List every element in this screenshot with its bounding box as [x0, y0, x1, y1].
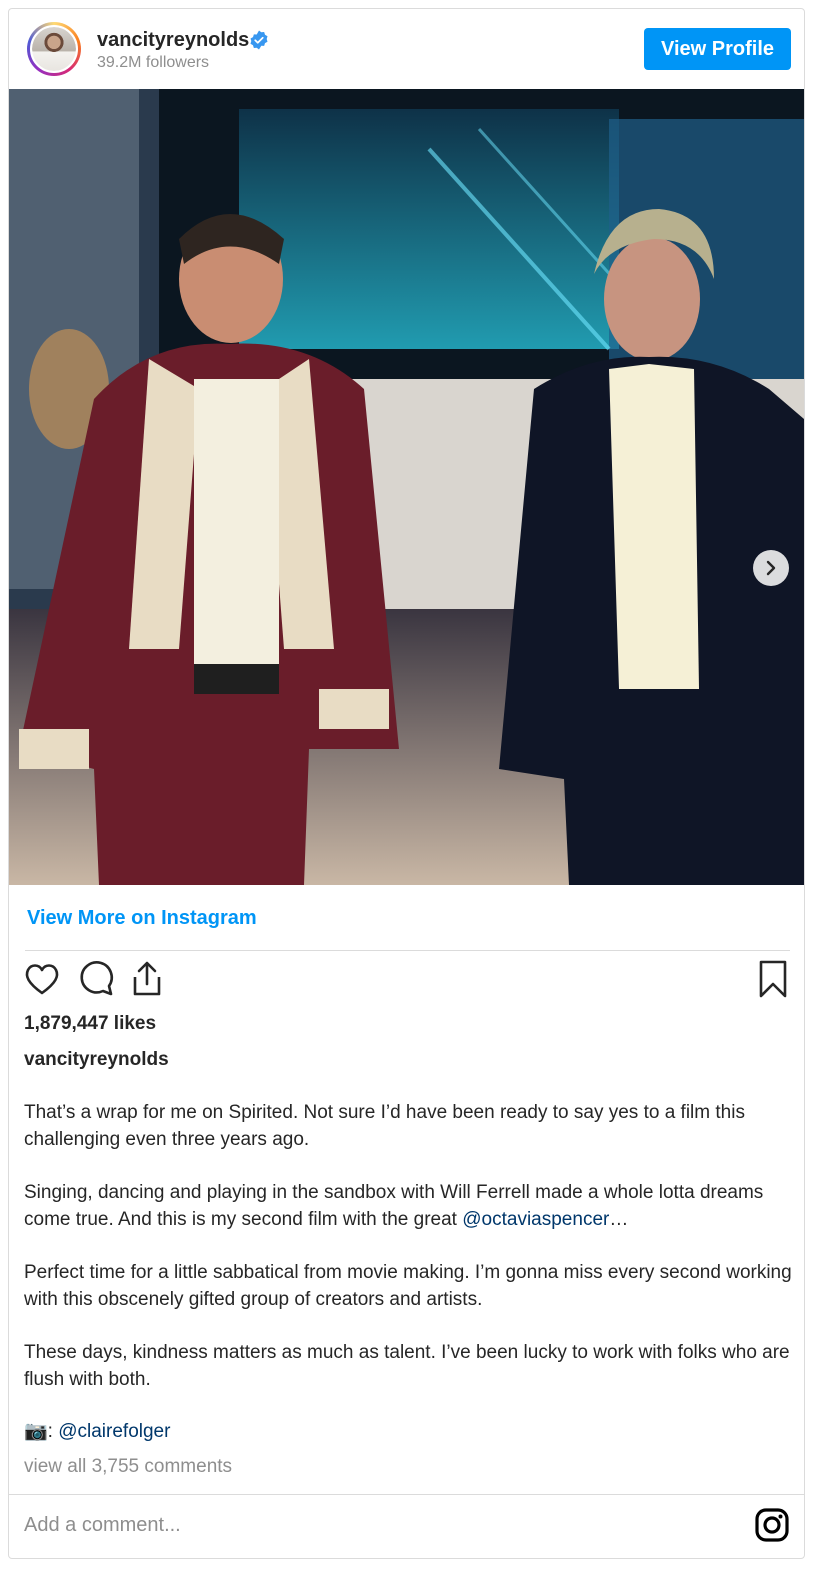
post-photo[interactable]: [9, 89, 804, 885]
post-header: vancityreynolds 39.2M followers View Pro…: [9, 9, 804, 89]
heart-icon[interactable]: [22, 959, 62, 999]
view-profile-button[interactable]: View Profile: [644, 28, 791, 70]
bookmark-icon[interactable]: [753, 959, 793, 999]
divider: [25, 950, 790, 951]
caption-paragraph-1: That’s a wrap for me on Spirited. Not su…: [24, 1102, 745, 1150]
instagram-logo-icon[interactable]: [754, 1507, 790, 1543]
instagram-embed-card: vancityreynolds 39.2M followers View Pro…: [8, 8, 805, 1559]
caption-text: Singing, dancing and playing in the sand…: [24, 1182, 764, 1230]
profile-username[interactable]: vancityreynolds: [97, 29, 249, 52]
camera-icon: 📷: [24, 1421, 48, 1442]
mention-link[interactable]: @octaviaspencer: [462, 1209, 609, 1230]
view-all-comments-link[interactable]: view all 3,755 comments: [24, 1456, 232, 1478]
verified-badge-icon: [250, 30, 268, 50]
like-count: 1,879,447 likes: [24, 1013, 157, 1034]
caption-paragraph-3: Perfect time for a little sabbatical fro…: [24, 1262, 792, 1310]
comment-icon[interactable]: [76, 959, 116, 999]
view-more-on-instagram-link[interactable]: View More on Instagram: [27, 907, 257, 930]
credit-separator: :: [47, 1421, 59, 1442]
next-photo-button[interactable]: [753, 550, 789, 586]
credit-mention-link[interactable]: @clairefolger: [58, 1421, 170, 1442]
caption-ellipsis: …: [609, 1208, 629, 1230]
avatar[interactable]: [27, 22, 81, 76]
caption-paragraph-4: These days, kindness matters as much as …: [24, 1342, 790, 1390]
follower-count: 39.2M followers: [97, 54, 210, 71]
chevron-right-icon: [766, 560, 776, 576]
caption-username[interactable]: vancityreynolds: [24, 1049, 169, 1071]
post-photo-illustration: [9, 89, 804, 885]
add-comment-input[interactable]: Add a comment...: [24, 1514, 181, 1537]
share-icon[interactable]: [127, 959, 167, 999]
divider: [9, 1494, 804, 1495]
caption-paragraph-2: Singing, dancing and playing in the sand…: [24, 1180, 794, 1233]
caption-photo-credit: 📷: @clairefolger: [24, 1419, 794, 1446]
